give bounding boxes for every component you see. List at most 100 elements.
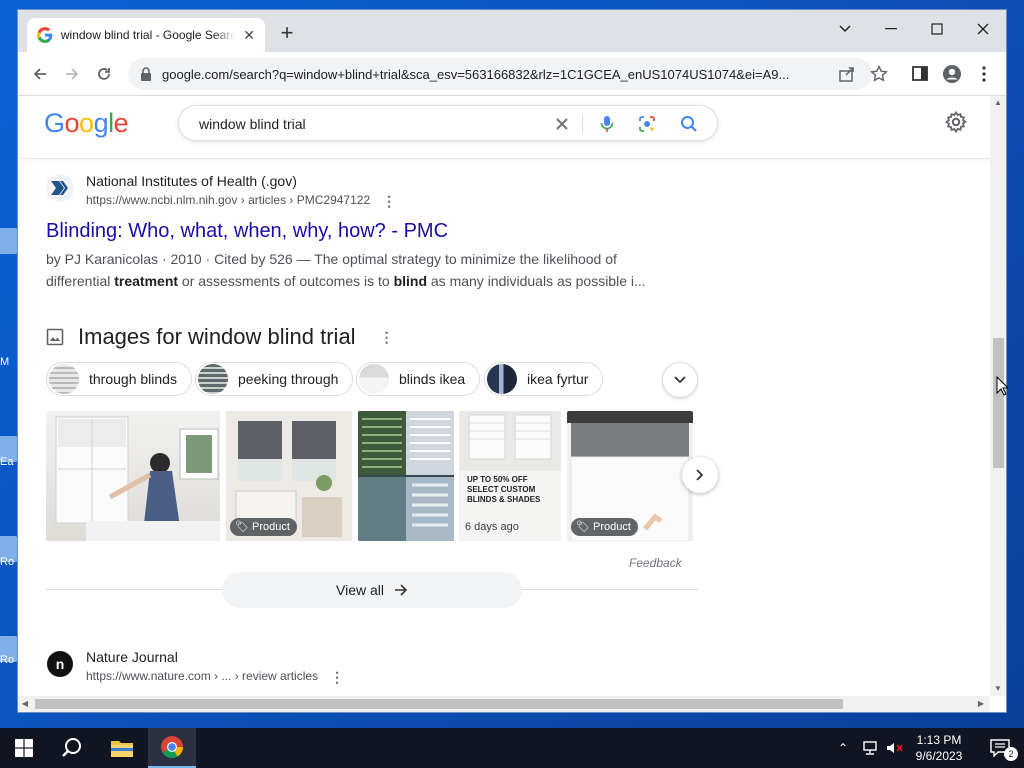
badge-text: Product bbox=[252, 521, 290, 533]
image-result[interactable]: 🏷 Product bbox=[567, 411, 693, 541]
search-input[interactable]: window blind trial bbox=[199, 116, 306, 132]
feedback-link[interactable]: Feedback bbox=[629, 556, 682, 570]
arrow-left-icon bbox=[33, 68, 46, 80]
browser-tab[interactable]: window blind trial - Google Search ✕ bbox=[27, 18, 265, 52]
horizontal-scrollbar[interactable]: ◀ ▶ bbox=[18, 696, 990, 712]
tab-search-button[interactable] bbox=[822, 14, 868, 44]
start-button[interactable] bbox=[0, 728, 48, 768]
images-section: Images for window blind trial ⋮ through … bbox=[46, 322, 718, 608]
forward-button[interactable] bbox=[60, 62, 84, 86]
file-explorer-button[interactable] bbox=[98, 728, 146, 768]
chip-label: through blinds bbox=[89, 371, 177, 387]
side-panel-icon[interactable] bbox=[911, 64, 931, 84]
image-result[interactable] bbox=[358, 411, 454, 541]
profile-avatar-icon[interactable] bbox=[942, 64, 962, 84]
chip-through-blinds[interactable]: through blinds bbox=[46, 362, 192, 396]
scroll-left-arrow-icon[interactable]: ◀ bbox=[20, 699, 30, 709]
maximize-icon bbox=[931, 23, 943, 35]
google-lens-icon[interactable] bbox=[637, 114, 657, 134]
system-tray: ⌃ bbox=[838, 728, 904, 768]
google-logo[interactable]: Google bbox=[44, 108, 129, 139]
shutters-collage-image bbox=[358, 411, 454, 541]
lock-icon bbox=[141, 67, 151, 81]
browser-toolbar: google.com/search?q=window+blind+trial&s… bbox=[18, 52, 1006, 96]
clock[interactable]: 1:13 PM 9/6/2023 bbox=[904, 732, 974, 764]
desktop-icon-label: Ea bbox=[0, 456, 14, 468]
result-meta: by PJ Karanicolas · 2010 · Cited by 526 … bbox=[46, 250, 311, 267]
result-source-name[interactable]: Nature Journal bbox=[86, 648, 344, 666]
taskbar-search-button[interactable] bbox=[48, 728, 96, 768]
expand-chips-button[interactable] bbox=[662, 362, 698, 398]
reload-button[interactable] bbox=[92, 62, 116, 86]
bookmark-star-icon[interactable] bbox=[870, 65, 888, 83]
maximize-button[interactable] bbox=[914, 14, 960, 44]
view-all-button[interactable]: View all bbox=[222, 572, 522, 608]
search-box[interactable]: window blind trial bbox=[178, 105, 718, 141]
chip-ikea-fyrtur[interactable]: ikea fyrtur bbox=[484, 362, 604, 396]
search-results-page: National Institutes of Health (.gov) htt… bbox=[18, 96, 990, 696]
notifications-button[interactable]: 2 bbox=[976, 728, 1024, 768]
clock-time: 1:13 PM bbox=[916, 733, 962, 747]
minimize-button[interactable] bbox=[868, 14, 914, 44]
promo-blinds-image bbox=[459, 411, 561, 471]
taskbar: ⌃ 1:13 PM 9/6/2023 2 bbox=[0, 728, 1024, 768]
url-text: google.com/search?q=window+blind+trial&s… bbox=[162, 66, 790, 82]
scroll-up-arrow-icon[interactable]: ▲ bbox=[993, 98, 1003, 108]
chip-peeking-through[interactable]: peeking through bbox=[195, 362, 354, 396]
image-result[interactable]: UP TO 50% OFF SELECT CUSTOM BLINDS & SHA… bbox=[459, 411, 561, 541]
image-result[interactable] bbox=[46, 411, 220, 541]
image-age: 6 days ago bbox=[465, 521, 519, 533]
new-tab-button[interactable]: + bbox=[276, 22, 298, 45]
chevron-down-icon bbox=[674, 376, 686, 384]
volume-muted-icon[interactable] bbox=[886, 741, 904, 755]
chip-thumbnail bbox=[49, 364, 79, 394]
result-snippet: by PJ Karanicolas · 2010 · Cited by 526 … bbox=[46, 248, 656, 292]
kebab-menu-icon[interactable] bbox=[974, 64, 994, 84]
vertical-scrollbar[interactable]: ▲ ▼ bbox=[990, 96, 1006, 696]
chip-blinds-ikea[interactable]: blinds ikea bbox=[356, 362, 481, 396]
next-images-button[interactable] bbox=[682, 457, 718, 493]
scroll-down-arrow-icon[interactable]: ▼ bbox=[993, 684, 1003, 694]
logo-letter: g bbox=[93, 108, 109, 138]
scroll-right-arrow-icon[interactable]: ▶ bbox=[976, 699, 986, 709]
desktop-icon[interactable] bbox=[0, 228, 18, 254]
close-window-button[interactable] bbox=[960, 14, 1006, 44]
microphone-icon[interactable] bbox=[597, 114, 617, 134]
result-url[interactable]: https://www.ncbi.nlm.nih.gov › articles … bbox=[86, 193, 370, 207]
search-icon[interactable] bbox=[679, 114, 699, 134]
logo-letter: G bbox=[44, 108, 65, 138]
windows-logo-icon bbox=[15, 739, 33, 757]
tab-title: window blind trial - Google Search bbox=[60, 28, 236, 42]
result-title-link[interactable]: Blinding: Who, what, when, why, how? - P… bbox=[46, 218, 696, 244]
result-source-name[interactable]: National Institutes of Health (.gov) bbox=[86, 172, 396, 190]
more-options-icon[interactable]: ⋮ bbox=[380, 329, 394, 346]
chip-thumbnail bbox=[487, 364, 517, 394]
address-bar[interactable]: google.com/search?q=window+blind+trial&s… bbox=[128, 58, 872, 90]
horizontal-scroll-thumb[interactable] bbox=[35, 699, 843, 709]
settings-gear-icon[interactable] bbox=[944, 110, 968, 134]
image-result[interactable]: 🏷 Product bbox=[226, 411, 352, 541]
snippet-highlight: blind bbox=[393, 272, 427, 289]
clear-search-icon[interactable] bbox=[552, 114, 572, 134]
product-badge: 🏷 Product bbox=[571, 518, 638, 536]
chevron-up-icon[interactable]: ⌃ bbox=[838, 741, 856, 755]
badge-text: Product bbox=[593, 521, 631, 533]
browser-window: window blind trial - Google Search ✕ + g… bbox=[18, 10, 1006, 712]
chrome-taskbar-button[interactable] bbox=[148, 728, 196, 768]
chrome-icon bbox=[161, 736, 183, 758]
site-favicon: n bbox=[46, 650, 74, 678]
image-icon bbox=[46, 328, 64, 346]
more-options-icon[interactable]: ⋮ bbox=[330, 667, 344, 687]
share-icon[interactable] bbox=[838, 65, 856, 83]
images-heading: Images for window blind trial bbox=[78, 324, 356, 349]
chevron-down-icon bbox=[839, 25, 851, 33]
woman-at-window-image bbox=[55, 416, 220, 541]
vertical-scroll-thumb[interactable] bbox=[993, 338, 1004, 468]
nature-logo-icon: n bbox=[47, 651, 73, 677]
close-tab-icon[interactable]: ✕ bbox=[243, 27, 255, 44]
network-icon[interactable] bbox=[862, 741, 880, 755]
mouse-cursor-icon bbox=[996, 376, 1008, 396]
back-button[interactable] bbox=[28, 62, 52, 86]
result-url[interactable]: https://www.nature.com › ... › review ar… bbox=[86, 669, 318, 683]
more-options-icon[interactable]: ⋮ bbox=[382, 191, 396, 211]
